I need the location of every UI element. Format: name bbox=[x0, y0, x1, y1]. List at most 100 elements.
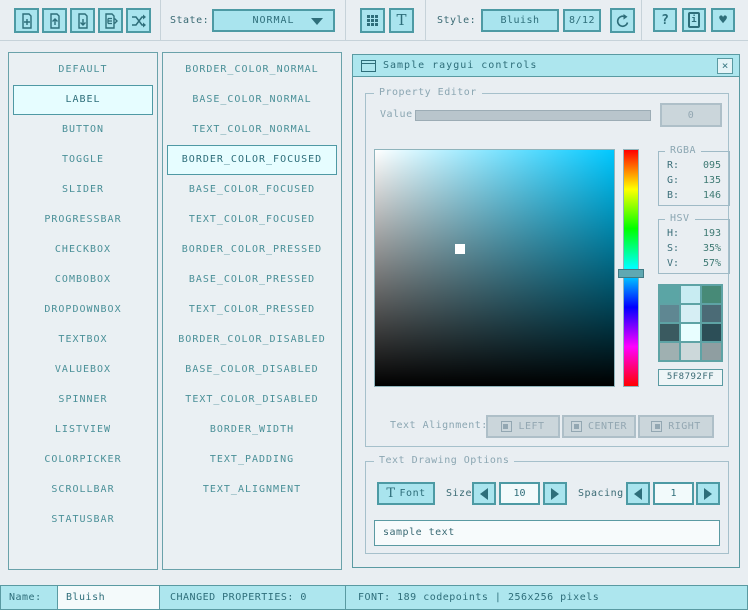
rgba-row-b: B:146 bbox=[659, 188, 729, 203]
property-item-text_color_normal[interactable]: TEXT_COLOR_NORMAL bbox=[167, 115, 337, 145]
property-item-border_color_normal[interactable]: BORDER_COLOR_NORMAL bbox=[167, 55, 337, 85]
state-label: State: bbox=[170, 0, 209, 41]
hsv-group: HSV H:193 S:35% V:57% bbox=[658, 219, 730, 274]
control-item-slider[interactable]: SLIDER bbox=[13, 175, 153, 205]
color-swatch-grid bbox=[658, 284, 723, 362]
control-item-listview[interactable]: LISTVIEW bbox=[13, 415, 153, 445]
hue-bar[interactable] bbox=[623, 149, 639, 387]
color-swatch[interactable] bbox=[702, 305, 721, 322]
font-atlas-button[interactable]: T bbox=[389, 8, 414, 33]
text-icon: T bbox=[396, 13, 406, 28]
color-swatch[interactable] bbox=[660, 324, 679, 341]
color-swatch[interactable] bbox=[660, 305, 679, 322]
property-item-text_color_pressed[interactable]: TEXT_COLOR_PRESSED bbox=[167, 295, 337, 325]
style-name-button[interactable]: Bluish bbox=[481, 9, 559, 32]
arrow-left-icon bbox=[480, 488, 488, 500]
color-swatch[interactable] bbox=[660, 286, 679, 303]
control-item-label[interactable]: LABEL bbox=[13, 85, 153, 115]
control-item-default[interactable]: DEFAULT bbox=[13, 55, 153, 85]
style-name-textbox[interactable]: Bluish bbox=[57, 585, 160, 610]
chevron-down-icon bbox=[311, 18, 323, 25]
close-button[interactable]: × bbox=[717, 58, 733, 74]
window-titlebar[interactable]: Sample raygui controls × bbox=[353, 55, 739, 77]
control-item-dropdownbox[interactable]: DROPDOWNBOX bbox=[13, 295, 153, 325]
control-item-textbox[interactable]: TEXTBOX bbox=[13, 325, 153, 355]
property-item-base_color_focused[interactable]: BASE_COLOR_FOCUSED bbox=[167, 175, 337, 205]
property-item-text_alignment[interactable]: TEXT_ALIGNMENT bbox=[167, 475, 337, 505]
property-item-text_color_focused[interactable]: TEXT_COLOR_FOCUSED bbox=[167, 205, 337, 235]
close-icon: × bbox=[722, 59, 729, 72]
color-swatch[interactable] bbox=[681, 305, 700, 322]
property-item-text_padding[interactable]: TEXT_PADDING bbox=[167, 445, 337, 475]
sample-text-textbox[interactable]: sample text bbox=[374, 520, 720, 546]
property-item-border_color_disabled[interactable]: BORDER_COLOR_DISABLED bbox=[167, 325, 337, 355]
about-button[interactable]: i bbox=[682, 8, 706, 32]
info-icon: i bbox=[688, 12, 700, 28]
property-editor-label: Property Editor bbox=[374, 87, 482, 98]
sponsor-button[interactable]: ♥ bbox=[711, 8, 735, 32]
rgba-row-g: G:135 bbox=[659, 173, 729, 188]
color-swatch[interactable] bbox=[702, 324, 721, 341]
color-picker-cursor[interactable] bbox=[455, 244, 465, 254]
control-item-statusbar[interactable]: STATUSBAR bbox=[13, 505, 153, 535]
arrow-right-icon bbox=[704, 488, 712, 500]
control-item-colorpicker[interactable]: COLORPICKER bbox=[13, 445, 153, 475]
align-left-button[interactable]: LEFT bbox=[486, 415, 560, 438]
control-item-valuebox[interactable]: VALUEBOX bbox=[13, 355, 153, 385]
rguistyler-app: State: NORMAL T Style: Bluish 8/12 ? i bbox=[0, 0, 748, 610]
property-item-base_color_disabled[interactable]: BASE_COLOR_DISABLED bbox=[167, 355, 337, 385]
color-swatch[interactable] bbox=[681, 343, 700, 360]
help-button[interactable]: ? bbox=[653, 8, 677, 32]
color-swatch[interactable] bbox=[660, 343, 679, 360]
property-item-border_color_pressed[interactable]: BORDER_COLOR_PRESSED bbox=[167, 235, 337, 265]
value-label: Value: bbox=[380, 109, 419, 120]
save-file-button[interactable] bbox=[70, 8, 95, 33]
align-center-icon bbox=[571, 421, 582, 432]
style-progress-button[interactable]: 8/12 bbox=[563, 9, 601, 32]
open-file-icon bbox=[47, 13, 63, 29]
size-decrease-button[interactable] bbox=[472, 482, 496, 505]
new-file-button[interactable] bbox=[14, 8, 39, 33]
export-file-button[interactable] bbox=[98, 8, 123, 33]
control-item-scrollbar[interactable]: SCROLLBAR bbox=[13, 475, 153, 505]
text-drawing-options-label: Text Drawing Options bbox=[374, 455, 514, 466]
window-title: Sample raygui controls bbox=[383, 60, 537, 71]
property-item-text_color_disabled[interactable]: TEXT_COLOR_DISABLED bbox=[167, 385, 337, 415]
size-increase-button[interactable] bbox=[543, 482, 567, 505]
reload-style-button[interactable] bbox=[610, 8, 635, 33]
open-file-button[interactable] bbox=[42, 8, 67, 33]
style-table-button[interactable] bbox=[360, 8, 385, 33]
hex-value-textbox[interactable]: 5F8792FF bbox=[658, 369, 723, 386]
control-item-toggle[interactable]: TOGGLE bbox=[13, 145, 153, 175]
control-item-checkbox[interactable]: CHECKBOX bbox=[13, 235, 153, 265]
control-item-button[interactable]: BUTTON bbox=[13, 115, 153, 145]
color-swatch[interactable] bbox=[702, 343, 721, 360]
color-picker-panel[interactable] bbox=[374, 149, 615, 387]
font-button[interactable]: T Font bbox=[377, 482, 435, 505]
property-item-border_width[interactable]: BORDER_WIDTH bbox=[167, 415, 337, 445]
toolbar-separator bbox=[641, 0, 642, 40]
property-item-base_color_normal[interactable]: BASE_COLOR_NORMAL bbox=[167, 85, 337, 115]
spacing-increase-button[interactable] bbox=[696, 482, 720, 505]
hue-slider-handle[interactable] bbox=[618, 269, 644, 278]
size-valuebox[interactable]: 10 bbox=[499, 482, 540, 505]
control-item-spinner[interactable]: SPINNER bbox=[13, 385, 153, 415]
control-item-progressbar[interactable]: PROGRESSBAR bbox=[13, 205, 153, 235]
value-button[interactable]: 0 bbox=[660, 103, 722, 127]
color-swatch[interactable] bbox=[702, 286, 721, 303]
spacing-decrease-button[interactable] bbox=[626, 482, 650, 505]
property-item-base_color_pressed[interactable]: BASE_COLOR_PRESSED bbox=[167, 265, 337, 295]
control-item-combobox[interactable]: COMBOBOX bbox=[13, 265, 153, 295]
style-label: Style: bbox=[437, 0, 476, 41]
value-slider[interactable] bbox=[415, 110, 651, 121]
color-swatch[interactable] bbox=[681, 286, 700, 303]
property-item-border_color_focused[interactable]: BORDER_COLOR_FOCUSED bbox=[167, 145, 337, 175]
color-swatch[interactable] bbox=[681, 324, 700, 341]
hsv-row-h: H:193 bbox=[659, 226, 729, 241]
random-style-button[interactable] bbox=[126, 8, 151, 33]
reload-icon bbox=[615, 13, 631, 29]
spacing-valuebox[interactable]: 1 bbox=[653, 482, 694, 505]
state-dropdown[interactable]: NORMAL bbox=[212, 9, 335, 32]
align-center-button[interactable]: CENTER bbox=[562, 415, 636, 438]
align-right-button[interactable]: RIGHT bbox=[638, 415, 714, 438]
